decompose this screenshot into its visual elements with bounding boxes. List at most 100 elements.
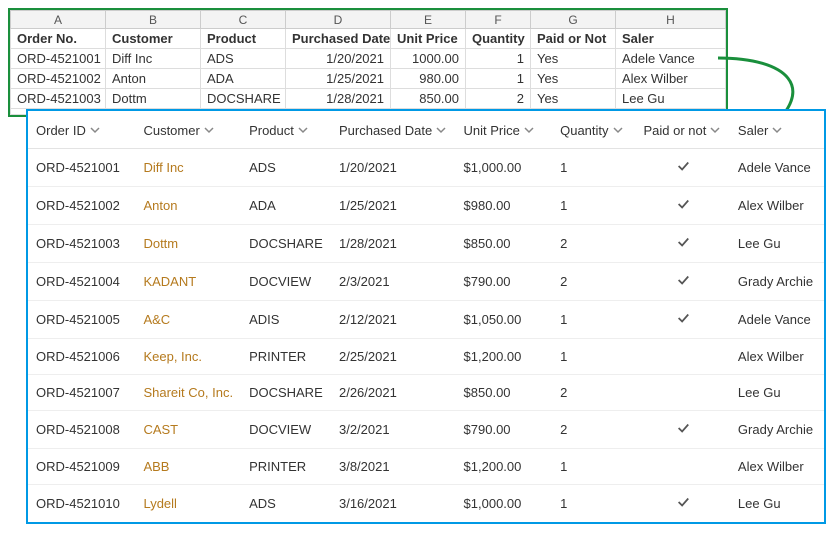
cell-order-id: ORD-4521001 — [28, 149, 135, 187]
column-label: Purchased Date — [339, 123, 432, 138]
excel-header[interactable]: Paid or Not — [531, 29, 616, 49]
cell-qty[interactable]: 2 — [466, 89, 531, 109]
cell-date[interactable]: 1/20/2021 — [286, 49, 391, 69]
col-letter[interactable]: A — [11, 11, 106, 29]
cell-customer[interactable]: ABB — [135, 449, 241, 485]
cell-customer[interactable]: CAST — [135, 411, 241, 449]
column-header[interactable]: Purchased Date — [331, 111, 456, 149]
table-row[interactable]: ORD-4521009ABBPRINTER3/8/2021$1,200.001A… — [28, 449, 824, 485]
cell-product: ADA — [241, 187, 331, 225]
cell-qty[interactable]: 1 — [466, 49, 531, 69]
col-letter[interactable]: H — [616, 11, 726, 29]
cell-price[interactable]: 850.00 — [391, 89, 466, 109]
cell-paid[interactable]: Yes — [531, 69, 616, 89]
cell-customer[interactable]: Keep, Inc. — [135, 339, 241, 375]
col-letter[interactable]: B — [106, 11, 201, 29]
column-header[interactable]: Paid or not — [635, 111, 729, 149]
cell-date[interactable]: 1/28/2021 — [286, 89, 391, 109]
cell-qty: 1 — [552, 301, 635, 339]
data-grid: Order IDCustomer Product Purchased Date Uni… — [26, 109, 826, 524]
cell-order[interactable]: ORD-4521002 — [11, 69, 106, 89]
cell-price[interactable]: 980.00 — [391, 69, 466, 89]
column-header[interactable]: Customer — [135, 111, 241, 149]
cell-customer[interactable]: Anton — [106, 69, 201, 89]
cell-product[interactable]: DOCSHARE — [201, 89, 286, 109]
cell-qty: 1 — [552, 149, 635, 187]
cell-product[interactable]: ADA — [201, 69, 286, 89]
cell-product: PRINTER — [241, 449, 331, 485]
cell-qty[interactable]: 1 — [466, 69, 531, 89]
column-label: Saler — [738, 123, 768, 138]
column-label: Product — [249, 123, 294, 138]
cell-date: 2/12/2021 — [331, 301, 456, 339]
col-letter[interactable]: E — [391, 11, 466, 29]
column-header[interactable]: Product — [241, 111, 331, 149]
col-letter[interactable]: F — [466, 11, 531, 29]
cell-qty: 1 — [552, 485, 635, 523]
cell-qty: 1 — [552, 339, 635, 375]
cell-price: $1,200.00 — [456, 449, 553, 485]
cell-paid — [635, 301, 729, 339]
cell-product: ADS — [241, 149, 331, 187]
cell-date[interactable]: 1/25/2021 — [286, 69, 391, 89]
col-letter[interactable]: G — [531, 11, 616, 29]
col-letter[interactable]: C — [201, 11, 286, 29]
cell-order-id: ORD-4521006 — [28, 339, 135, 375]
cell-qty: 2 — [552, 263, 635, 301]
column-header[interactable]: Order ID — [28, 111, 135, 149]
cell-saler[interactable]: Lee Gu — [616, 89, 726, 109]
table-row[interactable]: ORD-4521010LydellADS3/16/2021$1,000.001L… — [28, 485, 824, 523]
chevron-down-icon — [204, 125, 214, 135]
col-letter[interactable]: D — [286, 11, 391, 29]
cell-customer[interactable]: Diff Inc — [106, 49, 201, 69]
cell-product: DOCSHARE — [241, 225, 331, 263]
cell-product: ADIS — [241, 301, 331, 339]
excel-header[interactable]: Quantity — [466, 29, 531, 49]
cell-paid[interactable]: Yes — [531, 89, 616, 109]
cell-saler: Grady Archie — [730, 411, 824, 449]
table-row[interactable]: ORD-4521003DottmDOCSHARE1/28/2021$850.00… — [28, 225, 824, 263]
cell-customer[interactable]: Anton — [135, 187, 241, 225]
cell-saler[interactable]: Alex Wilber — [616, 69, 726, 89]
cell-date: 3/2/2021 — [331, 411, 456, 449]
cell-saler: Adele Vance — [730, 149, 824, 187]
cell-qty: 1 — [552, 449, 635, 485]
cell-customer[interactable]: Lydell — [135, 485, 241, 523]
excel-header[interactable]: Purchased Date — [286, 29, 391, 49]
cell-customer[interactable]: KADANT — [135, 263, 241, 301]
cell-product[interactable]: ADS — [201, 49, 286, 69]
table-row[interactable]: ORD-4521006Keep, Inc.PRINTER2/25/2021$1,… — [28, 339, 824, 375]
table-row[interactable]: ORD-4521007Shareit Co, Inc.DOCSHARE2/26/… — [28, 375, 824, 411]
cell-customer[interactable]: Dottm — [135, 225, 241, 263]
cell-customer[interactable]: Dottm — [106, 89, 201, 109]
excel-header[interactable]: Saler — [616, 29, 726, 49]
chevron-down-icon — [90, 125, 100, 135]
excel-header[interactable]: Customer — [106, 29, 201, 49]
column-label: Unit Price — [464, 123, 520, 138]
cell-paid[interactable]: Yes — [531, 49, 616, 69]
cell-paid — [635, 375, 729, 411]
column-header[interactable]: Unit Price — [456, 111, 553, 149]
cell-price[interactable]: 1000.00 — [391, 49, 466, 69]
excel-header[interactable]: Product — [201, 29, 286, 49]
cell-paid — [635, 339, 729, 375]
chevron-down-icon — [710, 125, 720, 135]
cell-order[interactable]: ORD-4521001 — [11, 49, 106, 69]
excel-header[interactable]: Unit Price — [391, 29, 466, 49]
cell-product: DOCVIEW — [241, 263, 331, 301]
cell-customer[interactable]: A&C — [135, 301, 241, 339]
table-row[interactable]: ORD-4521002AntonADA1/25/2021$980.001Alex… — [28, 187, 824, 225]
excel-header[interactable]: Order No. — [11, 29, 106, 49]
cell-order[interactable]: ORD-4521003 — [11, 89, 106, 109]
cell-customer[interactable]: Shareit Co, Inc. — [135, 375, 241, 411]
cell-order-id: ORD-4521007 — [28, 375, 135, 411]
table-row[interactable]: ORD-4521001Diff IncADS1/20/2021$1,000.00… — [28, 149, 824, 187]
cell-customer[interactable]: Diff Inc — [135, 149, 241, 187]
table-row[interactable]: ORD-4521008CASTDOCVIEW3/2/2021$790.002Gr… — [28, 411, 824, 449]
column-header[interactable]: Quantity — [552, 111, 635, 149]
table-row[interactable]: ORD-4521004KADANTDOCVIEW2/3/2021$790.002… — [28, 263, 824, 301]
cell-saler[interactable]: Adele Vance — [616, 49, 726, 69]
chevron-down-icon — [613, 125, 623, 135]
table-row[interactable]: ORD-4521005A&CADIS2/12/2021$1,050.001Ade… — [28, 301, 824, 339]
column-header[interactable]: Saler — [730, 111, 824, 149]
